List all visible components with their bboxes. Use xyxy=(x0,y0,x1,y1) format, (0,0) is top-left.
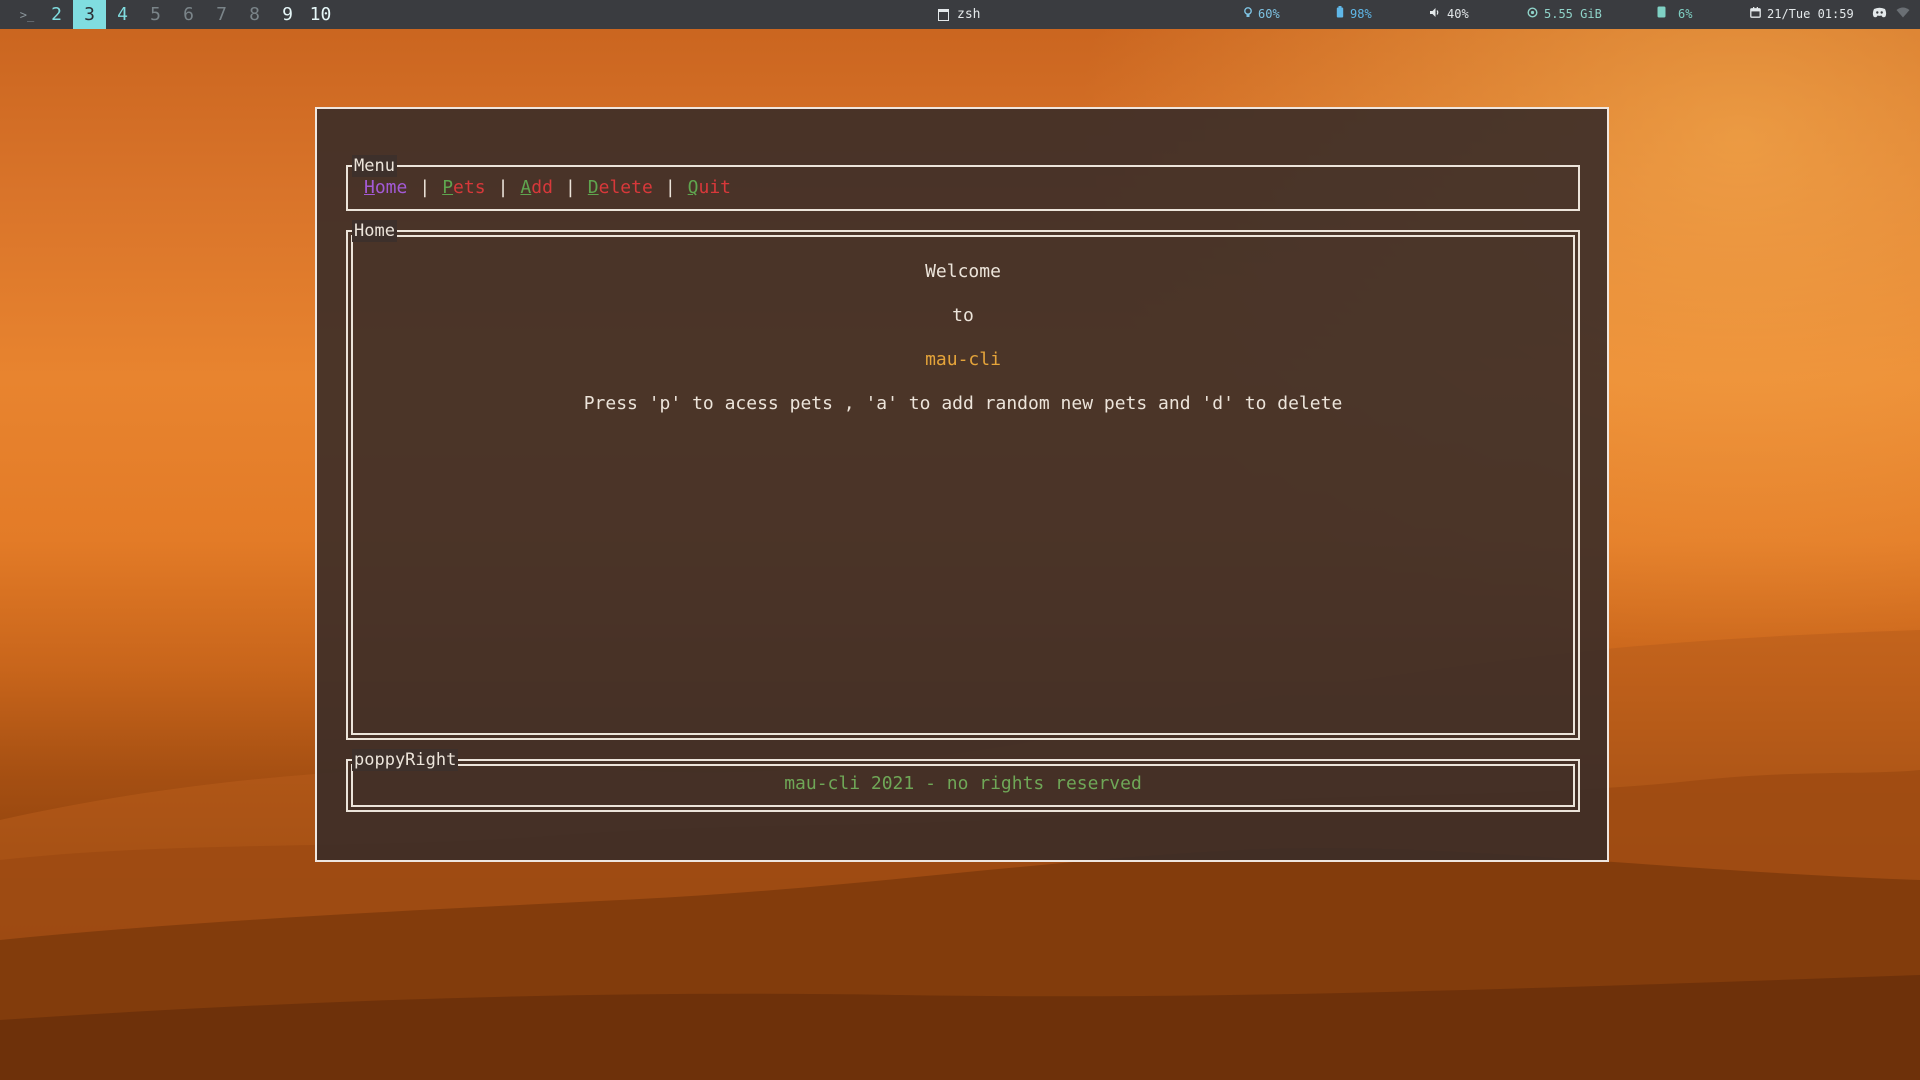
top-status-bar: >_ 2 3 4 5 6 7 8 9 10 zsh 60% 98% 40% 5.… xyxy=(0,0,1920,29)
home-panel: Home Welcome to mau-cli Press 'p' to ace… xyxy=(346,220,1580,740)
brightness-value: 60% xyxy=(1258,7,1280,21)
active-window-title: zsh xyxy=(938,0,980,29)
workspace-5[interactable]: 5 xyxy=(139,0,172,29)
battery-value: 98% xyxy=(1350,7,1372,21)
brightness-indicator[interactable]: 60% xyxy=(1244,0,1280,29)
workspace-2[interactable]: 2 xyxy=(40,0,73,29)
footer-panel-title: poppyRight xyxy=(352,749,459,771)
menu-label-home: ome xyxy=(374,177,408,198)
calendar-icon xyxy=(1750,0,1761,29)
menu-hotkey-pets: P xyxy=(442,177,454,198)
menu-item-delete[interactable]: Delete xyxy=(588,177,653,198)
memory-value: 5.55 GiB xyxy=(1544,7,1602,21)
lightbulb-icon xyxy=(1244,0,1252,29)
menu-item-pets[interactable]: Pets xyxy=(442,177,485,198)
speaker-icon xyxy=(1429,0,1441,29)
menu-panel: Menu Home | Pets | Add | Delete | Quit xyxy=(346,155,1580,211)
menu-bar: Home | Pets | Add | Delete | Quit xyxy=(364,177,731,198)
menu-separator: | xyxy=(664,177,676,198)
workspace-6[interactable]: 6 xyxy=(172,0,205,29)
menu-label-add: dd xyxy=(531,177,553,198)
memory-indicator[interactable]: 5.55 GiB xyxy=(1527,0,1602,29)
footer-panel: poppyRight mau-cli 2021 - no rights rese… xyxy=(346,749,1580,812)
menu-hotkey-quit: Q xyxy=(687,177,699,198)
menu-item-add[interactable]: Add xyxy=(520,177,553,198)
welcome-text: Welcome xyxy=(925,261,1001,282)
menu-hotkey-add: A xyxy=(520,177,532,198)
workspace-10[interactable]: 10 xyxy=(304,0,337,29)
cpu-icon xyxy=(1657,0,1666,29)
cpu-indicator[interactable]: 6% xyxy=(1657,0,1692,29)
menu-item-quit[interactable]: Quit xyxy=(688,177,731,198)
terminal-prompt-icon: >_ xyxy=(19,7,35,22)
workspace-3[interactable]: 3 xyxy=(73,0,106,29)
home-panel-title: Home xyxy=(352,220,397,242)
footer-text: mau-cli 2021 - no rights reserved xyxy=(784,773,1142,794)
menu-label-delete: elete xyxy=(598,177,653,198)
menu-hotkey-delete: D xyxy=(587,177,599,198)
app-name-text: mau-cli xyxy=(925,349,1001,370)
volume-value: 40% xyxy=(1447,7,1469,21)
workspace-8[interactable]: 8 xyxy=(238,0,271,29)
tray-wifi[interactable] xyxy=(1896,0,1910,29)
discord-icon xyxy=(1872,0,1887,29)
memory-icon xyxy=(1527,0,1538,29)
workspace-switcher: >_ 2 3 4 5 6 7 8 9 10 xyxy=(14,0,337,29)
wifi-icon xyxy=(1896,0,1910,29)
window-icon xyxy=(938,8,949,21)
instructions-text: Press 'p' to acess pets , 'a' to add ran… xyxy=(583,393,1343,414)
menu-separator: | xyxy=(419,177,431,198)
menu-label-quit: uit xyxy=(698,177,732,198)
datetime-indicator[interactable]: 21/Tue 01:59 xyxy=(1750,0,1854,29)
workspace-4[interactable]: 4 xyxy=(106,0,139,29)
menu-item-home[interactable]: Home xyxy=(364,177,407,198)
volume-indicator[interactable]: 40% xyxy=(1429,0,1469,29)
to-text: to xyxy=(952,305,974,326)
battery-icon xyxy=(1336,0,1344,29)
menu-panel-title: Menu xyxy=(352,155,397,177)
battery-indicator[interactable]: 98% xyxy=(1336,0,1372,29)
terminal-window[interactable]: Menu Home | Pets | Add | Delete | Quit H… xyxy=(315,107,1609,862)
menu-label-pets: ets xyxy=(453,177,486,198)
menu-separator: | xyxy=(564,177,576,198)
workspace-9[interactable]: 9 xyxy=(271,0,304,29)
menu-hotkey-home: H xyxy=(364,177,375,198)
cpu-value: 6% xyxy=(1678,7,1693,21)
datetime-value: 21/Tue 01:59 xyxy=(1767,7,1854,21)
menu-separator: | xyxy=(497,177,509,198)
window-title-text: zsh xyxy=(957,7,981,22)
tray-discord[interactable] xyxy=(1872,0,1887,29)
workspace-7[interactable]: 7 xyxy=(205,0,238,29)
